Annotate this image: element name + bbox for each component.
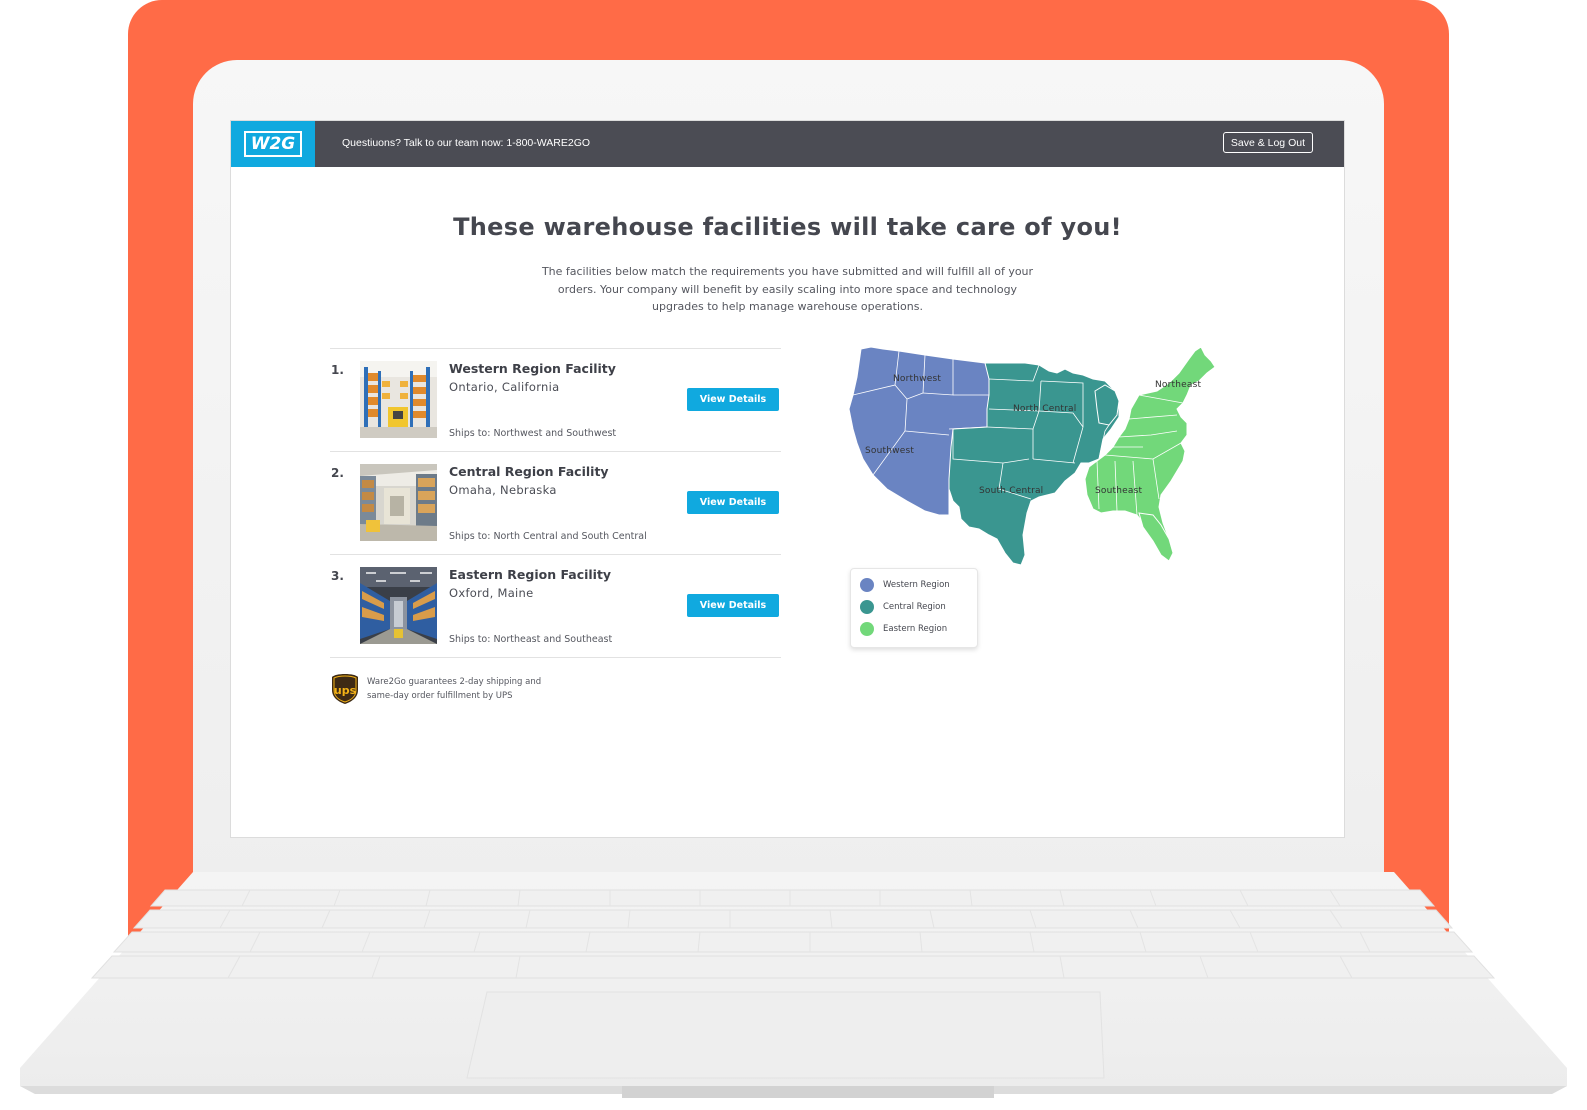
ups-logo-text: ups <box>334 684 357 697</box>
legend-item-eastern: Eastern Region <box>860 621 947 637</box>
facility-location: Ontario, California <box>449 380 560 394</box>
intro-paragraph: The facilities below match the requireme… <box>541 265 1034 313</box>
view-details-button[interactable]: View Details <box>687 594 779 617</box>
legend-dot <box>860 622 874 636</box>
legend-label: Eastern Region <box>883 624 948 634</box>
legend-dot <box>860 578 874 592</box>
facility-ships-to: Ships to: North Central and South Centra… <box>449 531 647 542</box>
ups-text-line2: same-day order fulfillment by UPS <box>367 691 513 701</box>
warehouse-photo <box>360 567 437 644</box>
facility-name: Western Region Facility <box>449 361 616 376</box>
facility-number: 1. <box>331 363 344 377</box>
us-region-map: Northwest North Central Northeast Southw… <box>848 346 1216 566</box>
legend-item-central: Central Region <box>860 599 946 615</box>
map-label-north-central: North Central <box>1013 404 1076 414</box>
map-label-south-central: South Central <box>979 486 1043 496</box>
laptop-keyboard-base <box>20 872 1567 1098</box>
map-legend: Western Region Central Region Eastern Re… <box>850 568 978 648</box>
facility-name: Central Region Facility <box>449 464 609 479</box>
facility-list: 1. Western Region Facility Ontario, Cali… <box>330 348 781 658</box>
page-title: These warehouse facilities will take car… <box>453 213 1122 241</box>
warehouse-photo <box>360 464 437 541</box>
ups-guarantee: ups Ware2Go guarantees 2-day shipping an… <box>331 673 631 705</box>
top-bar: W2G Questiuons? Talk to our team now: 1-… <box>231 121 1344 167</box>
legend-item-western: Western Region <box>860 577 950 593</box>
logo-text: W2G <box>243 131 303 157</box>
facility-number: 2. <box>331 466 344 480</box>
facility-name: Eastern Region Facility <box>449 567 612 582</box>
w2g-logo[interactable]: W2G <box>231 121 315 167</box>
map-label-northeast: Northeast <box>1155 380 1202 390</box>
facility-item: 2. Central Region Facility Omaha, Nebras… <box>330 451 781 554</box>
legend-label: Central Region <box>883 602 946 612</box>
map-label-northwest: Northwest <box>893 374 941 384</box>
legend-label: Western Region <box>883 580 950 590</box>
view-details-button[interactable]: View Details <box>687 491 779 514</box>
facility-item: 1. Western Region Facility Ontario, Cali… <box>330 348 781 451</box>
facility-location: Oxford, Maine <box>449 586 534 600</box>
map-label-southeast: Southeast <box>1095 486 1142 496</box>
facility-location: Omaha, Nebraska <box>449 483 557 497</box>
facility-ships-to: Ships to: Northeast and Southeast <box>449 634 613 645</box>
ups-text-line1: Ware2Go guarantees 2-day shipping and <box>367 677 542 687</box>
facility-ships-to: Ships to: Northwest and Southwest <box>449 428 617 439</box>
save-logout-button[interactable]: Save & Log Out <box>1222 132 1313 153</box>
view-details-button[interactable]: View Details <box>687 388 779 411</box>
facility-number: 3. <box>331 569 344 583</box>
florida-shape <box>1138 512 1174 562</box>
help-phone-text: Questiuons? Talk to our team now: 1-800-… <box>342 137 591 149</box>
warehouse-photo <box>360 361 437 438</box>
map-label-southwest: Southwest <box>865 446 914 456</box>
app-screen: W2G Questiuons? Talk to our team now: 1-… <box>230 120 1345 838</box>
legend-dot <box>860 600 874 614</box>
facility-item: 3. Eastern Region Facility Oxford, Maine… <box>330 554 781 658</box>
ups-shield-icon: ups <box>332 674 358 704</box>
